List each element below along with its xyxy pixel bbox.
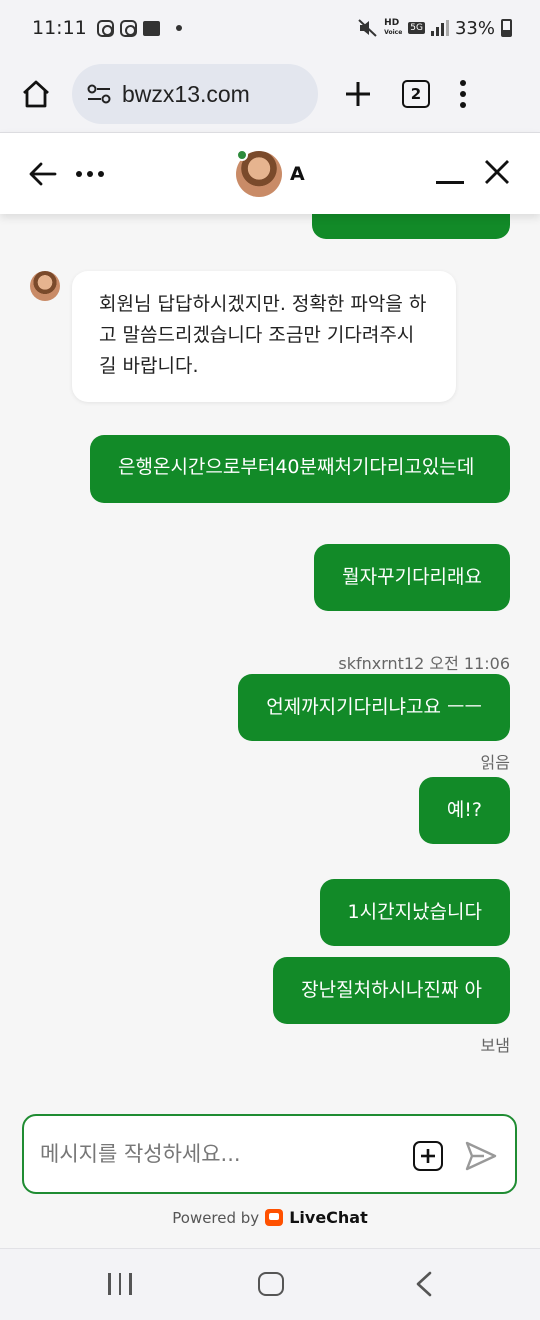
agent-message-avatar — [30, 271, 60, 301]
attach-button[interactable] — [413, 1141, 443, 1171]
battery-percent: 33% — [454, 17, 495, 39]
visitor-message: 1시간지났습니다 — [319, 879, 510, 946]
system-navigation-bar — [0, 1248, 540, 1320]
back-arrow-icon[interactable] — [28, 159, 58, 189]
instagram-icon — [96, 19, 114, 37]
agent-avatar — [236, 149, 282, 197]
recent-apps-button[interactable] — [108, 1273, 132, 1295]
agent-message: 회원님 답답하시겠지만. 정확한 파악을 하고 말씀드리겠습니다 조금만 기다려… — [72, 271, 456, 402]
message-composer — [22, 1114, 517, 1194]
system-status: HD Voice 5G 33% — [358, 18, 512, 39]
browser-menu-button[interactable] — [460, 80, 466, 108]
sent-status: 보냄 — [480, 1036, 510, 1055]
agent-name: A — [290, 163, 305, 185]
home-icon — [23, 80, 49, 108]
livechat-logo-icon — [265, 1209, 284, 1226]
send-icon[interactable] — [464, 1140, 498, 1172]
hd-label: HD — [384, 18, 400, 28]
close-icon[interactable] — [484, 159, 510, 185]
notification-icons — [96, 19, 182, 37]
tab-switcher-button[interactable]: 2 — [402, 80, 430, 108]
visitor-message: 은행온시간으로부터40분째처기다리고있는데 — [90, 435, 510, 503]
online-status-dot — [236, 149, 248, 161]
mute-icon — [358, 19, 377, 37]
message-list[interactable]: 회원님 답답하시겠지만. 정확한 파악을 하고 말씀드리겠습니다 조금만 기다려… — [0, 204, 540, 1114]
message-input[interactable] — [40, 1142, 380, 1166]
plus-icon — [346, 82, 370, 106]
status-time: 11:11 — [32, 17, 87, 39]
home-button[interactable] — [258, 1272, 284, 1296]
livechat-brand: LiveChat — [289, 1208, 368, 1227]
visitor-message: 뭘자꾸기다리래요 — [314, 544, 510, 611]
read-receipt: 읽음 — [480, 753, 510, 772]
gallery-icon — [142, 20, 160, 36]
visitor-message: 예!? — [418, 777, 510, 844]
battery-icon — [501, 19, 512, 37]
address-bar[interactable]: bwzx13.com — [72, 64, 318, 124]
back-button[interactable] — [414, 1271, 434, 1297]
more-notifications-icon — [175, 25, 182, 31]
powered-by-text: Powered by — [172, 1208, 260, 1227]
voice-label: Voice — [384, 29, 403, 36]
visitor-message: 언제까지기다리냐고요 ㅡㅡ — [238, 674, 510, 741]
chat-options-button[interactable] — [76, 170, 104, 177]
signal-icon — [430, 20, 449, 36]
add-attachment-icon — [421, 1149, 435, 1163]
new-tab-button[interactable] — [340, 76, 376, 112]
minimize-icon[interactable] — [436, 181, 464, 184]
agent-info: A — [236, 149, 305, 197]
network-type-badge: 5G — [408, 22, 425, 34]
url-text[interactable]: bwzx13.com — [122, 81, 250, 108]
browser-toolbar: bwzx13.com 2 — [0, 56, 540, 132]
powered-by-footer[interactable]: Powered by LiveChat — [0, 1208, 540, 1227]
site-settings-icon[interactable] — [86, 83, 112, 105]
status-bar: 11:11 HD Voice 5G 33% — [0, 0, 540, 56]
hd-voice-label: HD Voice — [384, 19, 402, 37]
browser-home-button[interactable] — [0, 79, 72, 109]
visitor-message: 장난질처하시나진짜 아 — [273, 957, 510, 1024]
message-sender-time: skfnxrnt12 오전 11:06 — [338, 654, 510, 673]
chat-header: A — [0, 132, 540, 214]
instagram-icon — [119, 19, 137, 37]
